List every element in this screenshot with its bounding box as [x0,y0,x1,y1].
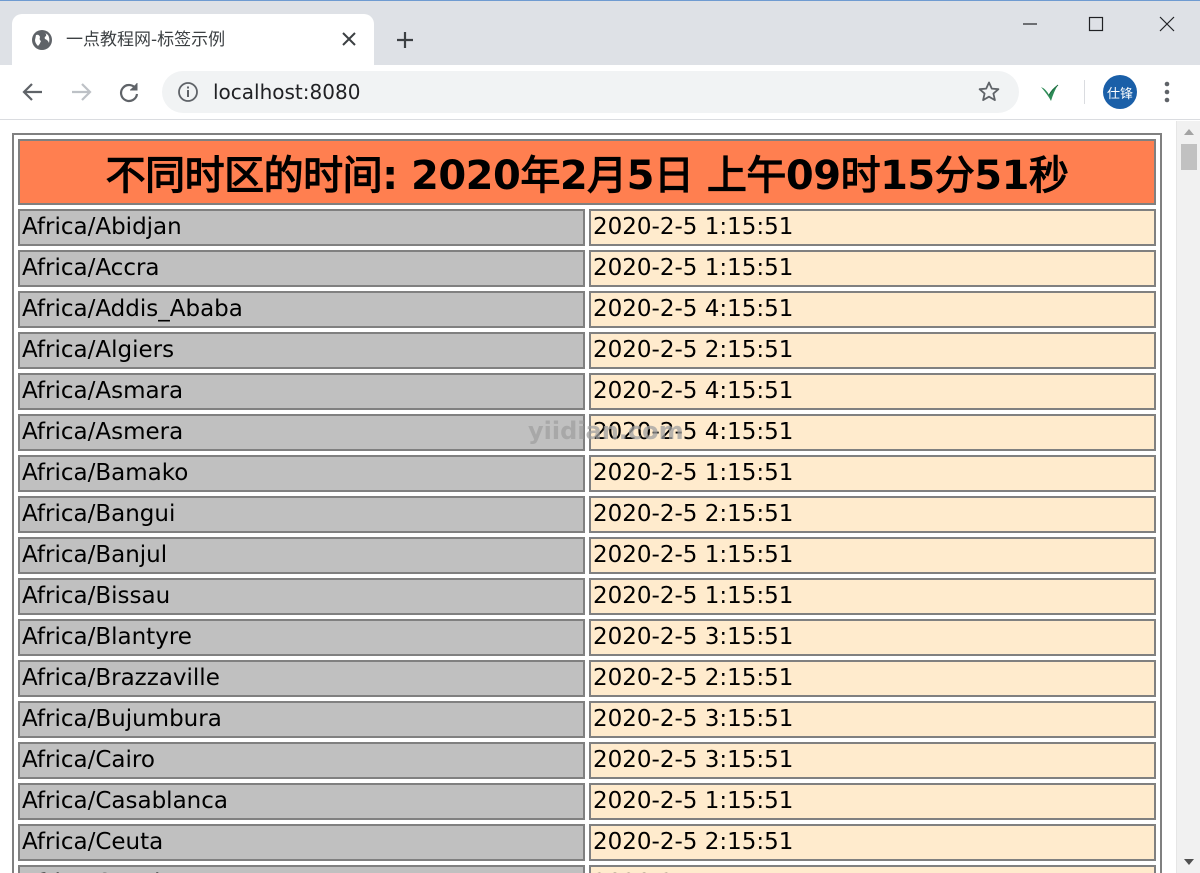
scrollbar-thumb[interactable] [1181,144,1197,170]
table-row: Africa/Addis_Ababa 2020-2-5 4:15:51 [18,291,1156,328]
timezone-time-cell: 2020-2-5 2:15:51 [589,824,1156,861]
timezone-name-cell: Africa/Ceuta [18,824,585,861]
table-row: Africa/Conakry 2020-2-5 1:15:51 [18,865,1156,873]
timezone-time-cell: 2020-2-5 3:15:51 [589,742,1156,779]
minimize-icon [1023,23,1037,25]
minimize-button[interactable] [997,1,1063,47]
forward-button[interactable] [64,75,98,109]
new-tab-button[interactable] [392,27,418,53]
timezone-name-cell: Africa/Banjul [18,537,585,574]
watermark: yiidian.com [528,417,684,445]
timezone-time-cell: 2020-2-5 1:15:51 [589,865,1156,873]
reload-icon [119,83,139,103]
table-row: Africa/Accra 2020-2-5 1:15:51 [18,250,1156,287]
tab-strip: 一点教程网-标签示例 [0,0,1200,67]
timezone-name-cell: Africa/Bujumbura [18,701,585,738]
bird-extension-icon[interactable] [1036,79,1064,107]
timezone-time-cell: 2020-2-5 1:15:51 [589,209,1156,246]
maximize-icon [1088,16,1104,32]
scroll-down-arrow-icon[interactable] [1184,859,1194,865]
timezone-time-cell: 2020-2-5 1:15:51 [589,537,1156,574]
timezone-name-cell: Africa/Bissau [18,578,585,615]
timezone-name-cell: Africa/Casablanca [18,783,585,820]
browser-toolbar: localhost:8080 仕锋 [0,65,1200,120]
star-icon[interactable] [977,80,1001,104]
globe-icon [32,30,52,50]
timezone-name-cell: Africa/Abidjan [18,209,585,246]
plus-icon [397,32,413,48]
timezone-name-cell: Africa/Cairo [18,742,585,779]
timezone-rows: Africa/Abidjan 2020-2-5 1:15:51 Africa/Acc… [18,209,1156,873]
timezone-name-cell: Africa/Asmara [18,373,585,410]
timezone-time-cell: 2020-2-5 4:15:51 [589,373,1156,410]
timezone-time-cell: 2020-2-5 2:15:51 [589,496,1156,533]
maximize-button[interactable] [1063,1,1129,47]
timezone-name-cell: Africa/Brazzaville [18,660,585,697]
table-row: Africa/Bamako 2020-2-5 1:15:51 [18,455,1156,492]
timezone-name-cell: Africa/Accra [18,250,585,287]
timezone-name-cell: Africa/Conakry [18,865,585,873]
tab-title: 一点教程网-标签示例 [66,30,226,50]
arrow-right-icon [72,83,92,101]
vertical-scrollbar[interactable] [1176,121,1200,873]
window-close-button[interactable] [1134,1,1200,47]
table-row: Africa/Cairo 2020-2-5 3:15:51 [18,742,1156,779]
timezone-name-cell: Africa/Blantyre [18,619,585,656]
page-title: 不同时区的时间: 2020年2月5日 上午09时15分51秒 [18,139,1156,205]
timezone-name-cell: Africa/Algiers [18,332,585,369]
table-row: Africa/Banjul 2020-2-5 1:15:51 [18,537,1156,574]
scroll-up-arrow-icon[interactable] [1184,129,1194,135]
close-icon[interactable] [338,28,360,50]
table-row: Africa/Abidjan 2020-2-5 1:15:51 [18,209,1156,246]
timezone-name-cell: Africa/Asmera [18,414,585,451]
table-row: Africa/Casablanca 2020-2-5 1:15:51 [18,783,1156,820]
kebab-menu-icon[interactable] [1152,77,1182,107]
timezone-time-cell: 2020-2-5 3:15:51 [589,701,1156,738]
timezone-time-cell: 2020-2-5 1:15:51 [589,250,1156,287]
timezone-time-cell: 2020-2-5 2:15:51 [589,332,1156,369]
timezone-name-cell: Africa/Addis_Ababa [18,291,585,328]
reload-button[interactable] [112,75,146,109]
timezone-time-cell: 2020-2-5 1:15:51 [589,455,1156,492]
toolbar-divider [1084,80,1085,104]
close-icon [1159,16,1175,32]
browser-tab[interactable]: 一点教程网-标签示例 [12,14,374,67]
timezone-time-cell: 2020-2-5 4:15:51 [589,291,1156,328]
page-viewport: 不同时区的时间: 2020年2月5日 上午09时15分51秒 Africa/Ab… [0,121,1176,873]
address-bar[interactable]: localhost:8080 [162,71,1019,113]
timezone-name-cell: Africa/Bamako [18,455,585,492]
timezone-time-cell: 2020-2-5 3:15:51 [589,619,1156,656]
timezone-time-cell: 2020-2-5 1:15:51 [589,783,1156,820]
table-row: Africa/Bujumbura 2020-2-5 3:15:51 [18,701,1156,738]
table-row: Africa/Bangui 2020-2-5 2:15:51 [18,496,1156,533]
table-row: Africa/Algiers 2020-2-5 2:15:51 [18,332,1156,369]
back-button[interactable] [16,75,50,109]
timezone-time-cell: 2020-2-5 1:15:51 [589,578,1156,615]
timezone-time-cell: 2020-2-5 2:15:51 [589,660,1156,697]
timezone-table: 不同时区的时间: 2020年2月5日 上午09时15分51秒 Africa/Ab… [12,133,1162,873]
arrow-left-icon [22,83,42,101]
url-text[interactable]: localhost:8080 [213,79,360,105]
table-row: Africa/Bissau 2020-2-5 1:15:51 [18,578,1156,615]
table-row: Africa/Blantyre 2020-2-5 3:15:51 [18,619,1156,656]
timezone-name-cell: Africa/Bangui [18,496,585,533]
info-icon[interactable] [177,81,199,103]
profile-avatar[interactable]: 仕锋 [1103,75,1137,109]
table-row: Africa/Asmara 2020-2-5 4:15:51 [18,373,1156,410]
table-row: Africa/Brazzaville 2020-2-5 2:15:51 [18,660,1156,697]
table-row: Africa/Ceuta 2020-2-5 2:15:51 [18,824,1156,861]
